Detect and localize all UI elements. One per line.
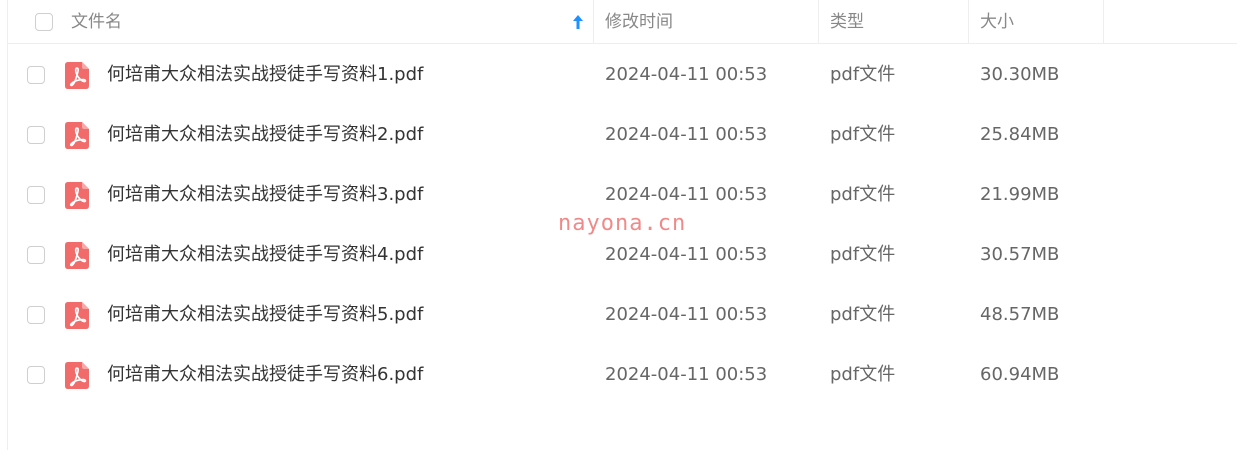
watermark: nayona.cn <box>558 211 687 236</box>
column-divider[interactable] <box>593 0 594 44</box>
pdf-file-icon <box>65 122 89 149</box>
file-type: pdf文件 <box>830 364 896 385</box>
row-checkbox[interactable] <box>27 366 45 384</box>
file-row[interactable]: 何培甫大众相法实战授徒手写资料2.pdf 2024-04-11 00:53 pd… <box>8 105 1237 165</box>
file-modified-time: 2024-04-11 00:53 <box>605 124 768 145</box>
file-name-link[interactable]: 何培甫大众相法实战授徒手写资料6.pdf <box>107 345 423 405</box>
file-list-panel: 文件名 修改时间 类型 大小 何培甫大众相法实战授徒手写资料1.pdf 2024… <box>7 0 1237 450</box>
pdf-file-icon <box>65 182 89 209</box>
column-header-name[interactable]: 文件名 <box>71 0 122 44</box>
pdf-file-icon <box>65 302 89 329</box>
row-checkbox[interactable] <box>27 126 45 144</box>
row-checkbox[interactable] <box>27 66 45 84</box>
select-all-checkbox[interactable] <box>35 13 53 31</box>
file-row[interactable]: 何培甫大众相法实战授徒手写资料6.pdf 2024-04-11 00:53 pd… <box>8 345 1237 405</box>
file-name-link[interactable]: 何培甫大众相法实战授徒手写资料2.pdf <box>107 105 423 165</box>
column-divider[interactable] <box>818 0 819 44</box>
file-size: 60.94MB <box>980 364 1060 385</box>
file-size: 30.30MB <box>980 64 1060 85</box>
file-name-link[interactable]: 何培甫大众相法实战授徒手写资料3.pdf <box>107 165 423 225</box>
file-modified-time: 2024-04-11 00:53 <box>605 64 768 85</box>
pdf-file-icon <box>65 62 89 89</box>
file-size: 25.84MB <box>980 124 1060 145</box>
file-size: 48.57MB <box>980 304 1060 325</box>
column-divider[interactable] <box>968 0 969 44</box>
row-checkbox[interactable] <box>27 186 45 204</box>
file-size: 21.99MB <box>980 184 1060 205</box>
file-row[interactable]: 何培甫大众相法实战授徒手写资料5.pdf 2024-04-11 00:53 pd… <box>8 285 1237 345</box>
pdf-file-icon <box>65 242 89 269</box>
row-checkbox[interactable] <box>27 306 45 324</box>
column-divider[interactable] <box>1103 0 1104 44</box>
file-type: pdf文件 <box>830 124 896 145</box>
file-list-header: 文件名 修改时间 类型 大小 <box>8 0 1237 44</box>
file-modified-time: 2024-04-11 00:53 <box>605 364 768 385</box>
row-checkbox[interactable] <box>27 246 45 264</box>
column-header-size[interactable]: 大小 <box>980 0 1014 44</box>
file-row[interactable]: 何培甫大众相法实战授徒手写资料1.pdf 2024-04-11 00:53 pd… <box>8 45 1237 105</box>
file-name-link[interactable]: 何培甫大众相法实战授徒手写资料4.pdf <box>107 225 423 285</box>
file-size: 30.57MB <box>980 244 1060 265</box>
file-type: pdf文件 <box>830 244 896 265</box>
pdf-file-icon <box>65 362 89 389</box>
column-header-modified[interactable]: 修改时间 <box>605 0 673 44</box>
file-type: pdf文件 <box>830 184 896 205</box>
file-name-link[interactable]: 何培甫大众相法实战授徒手写资料5.pdf <box>107 285 423 345</box>
column-header-type[interactable]: 类型 <box>830 0 864 44</box>
file-modified-time: 2024-04-11 00:53 <box>605 304 768 325</box>
file-name-link[interactable]: 何培甫大众相法实战授徒手写资料1.pdf <box>107 45 423 105</box>
file-type: pdf文件 <box>830 64 896 85</box>
file-type: pdf文件 <box>830 304 896 325</box>
sort-ascending-icon[interactable] <box>572 14 584 30</box>
